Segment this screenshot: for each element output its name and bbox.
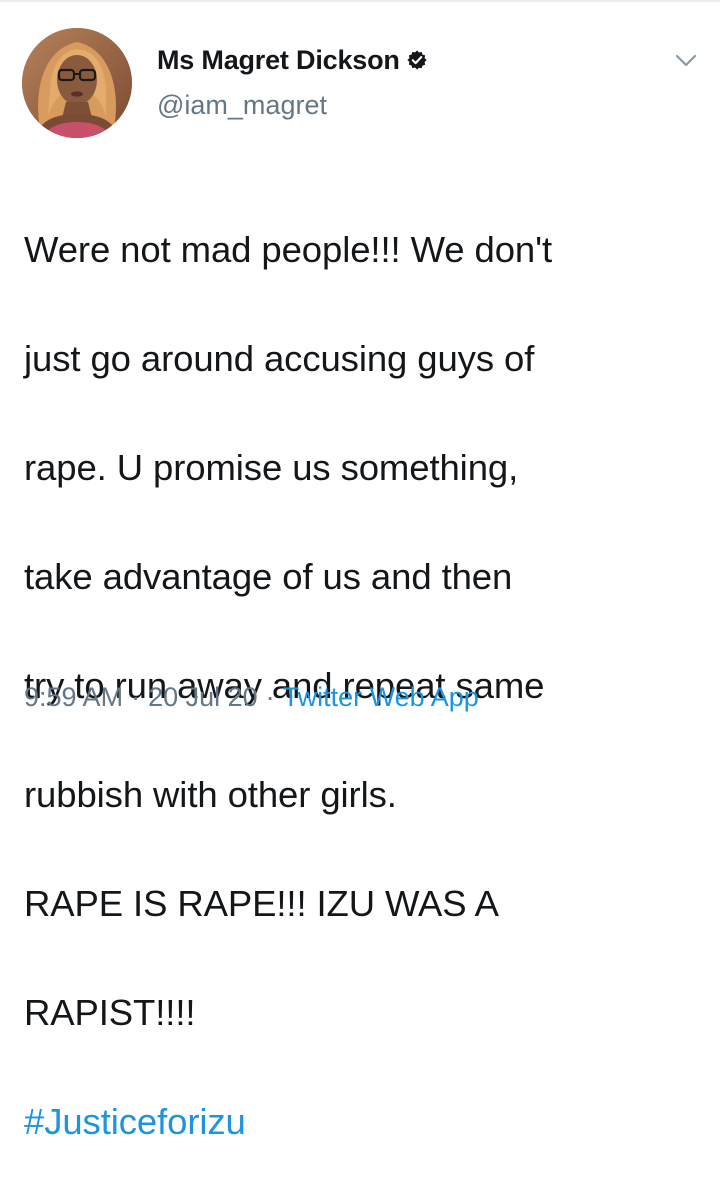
tweet-card: Ms Magret Dickson @iam_magret Were not m…: [0, 0, 720, 1142]
tweet-date[interactable]: 20 Jul 20: [148, 682, 258, 713]
chevron-down-icon[interactable]: [671, 45, 701, 75]
tweet-text-line: just go around accusing guys of: [24, 337, 535, 379]
meta-separator: ·: [265, 682, 275, 712]
tweet-source-link[interactable]: Twitter Web App: [283, 682, 479, 713]
avatar-photo: [22, 28, 132, 138]
avatar[interactable]: [22, 28, 132, 138]
tweet-meta: 9:59 AM · 20 Jul 20 · Twitter Web App: [24, 682, 479, 713]
tweet-time[interactable]: 9:59 AM: [24, 682, 123, 713]
tweet-text-line: rubbish with other girls.: [24, 773, 397, 815]
tweet-text-line: rape. U promise us something,: [24, 446, 519, 488]
tweet-text-line: take advantage of us and then: [24, 555, 513, 597]
tweet-text-line: Were not mad people!!! We don't: [24, 228, 553, 270]
hashtag-link[interactable]: #Justiceforizu: [24, 1095, 704, 1150]
tweet-text-line: RAPE IS RAPE!!! IZU WAS A: [24, 882, 499, 924]
meta-separator: ·: [131, 682, 141, 712]
tweet-text-line: RAPIST!!!!: [24, 991, 196, 1033]
author-name-row: Ms Magret Dickson: [157, 42, 428, 78]
author-handle[interactable]: @iam_magret: [157, 90, 327, 121]
verified-badge-icon: [406, 49, 428, 71]
author-display-name[interactable]: Ms Magret Dickson: [157, 45, 400, 76]
